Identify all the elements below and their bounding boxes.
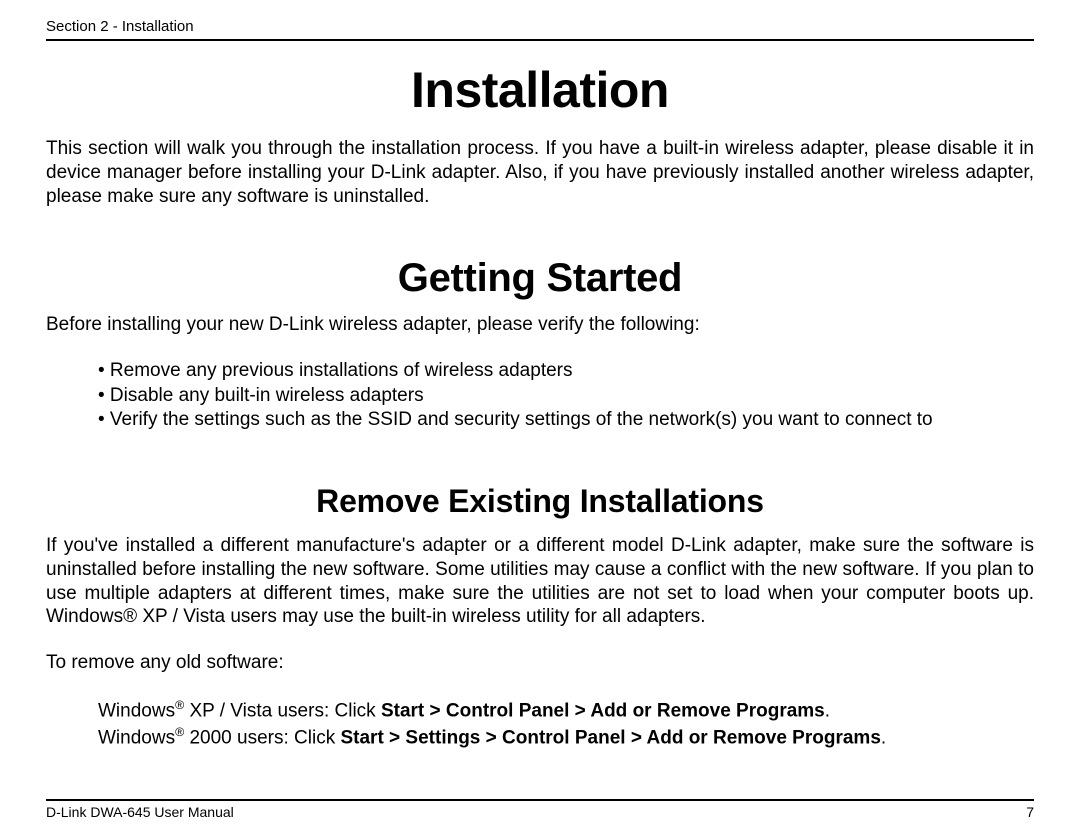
bullet-item: • Verify the settings such as the SSID a… bbox=[98, 408, 1034, 433]
page-footer: D-Link DWA-645 User Manual 7 bbox=[46, 799, 1034, 820]
section-header: Section 2 - Installation bbox=[46, 18, 1034, 41]
registered-symbol: ® bbox=[175, 698, 184, 712]
instruction-suffix: . bbox=[881, 727, 886, 748]
remove-prompt: To remove any old software: bbox=[46, 651, 1034, 675]
instruction-xp-vista: Windows® XP / Vista users: Click Start >… bbox=[98, 697, 1034, 724]
bullet-list: • Remove any previous installations of w… bbox=[98, 359, 1034, 433]
instruction-suffix: . bbox=[825, 700, 830, 721]
heading-remove-existing: Remove Existing Installations bbox=[46, 483, 1034, 520]
footer-page-number: 7 bbox=[1026, 804, 1034, 820]
bullet-item: • Remove any previous installations of w… bbox=[98, 359, 1034, 384]
instruction-win2000: Windows® 2000 users: Click Start > Setti… bbox=[98, 724, 1034, 751]
instruction-prefix: Windows bbox=[98, 700, 175, 721]
footer-manual-label: D-Link DWA-645 User Manual bbox=[46, 804, 234, 820]
bullet-item: • Disable any built-in wireless adapters bbox=[98, 384, 1034, 409]
remove-paragraph: If you've installed a different manufact… bbox=[46, 534, 1034, 629]
instructions-block: Windows® XP / Vista users: Click Start >… bbox=[98, 697, 1034, 751]
heading-getting-started: Getting Started bbox=[46, 256, 1034, 301]
instruction-prefix: Windows bbox=[98, 727, 175, 748]
registered-symbol: ® bbox=[175, 725, 184, 739]
section-header-text: Section 2 - Installation bbox=[46, 18, 194, 35]
intro-paragraph: This section will walk you through the i… bbox=[46, 137, 1034, 208]
instruction-path: Start > Control Panel > Add or Remove Pr… bbox=[381, 700, 825, 721]
instruction-mid: XP / Vista users: Click bbox=[184, 700, 381, 721]
instruction-mid: 2000 users: Click bbox=[184, 727, 340, 748]
page-title-installation: Installation bbox=[46, 61, 1034, 119]
instruction-path: Start > Settings > Control Panel > Add o… bbox=[340, 727, 880, 748]
getting-started-intro: Before installing your new D-Link wirele… bbox=[46, 313, 1034, 337]
